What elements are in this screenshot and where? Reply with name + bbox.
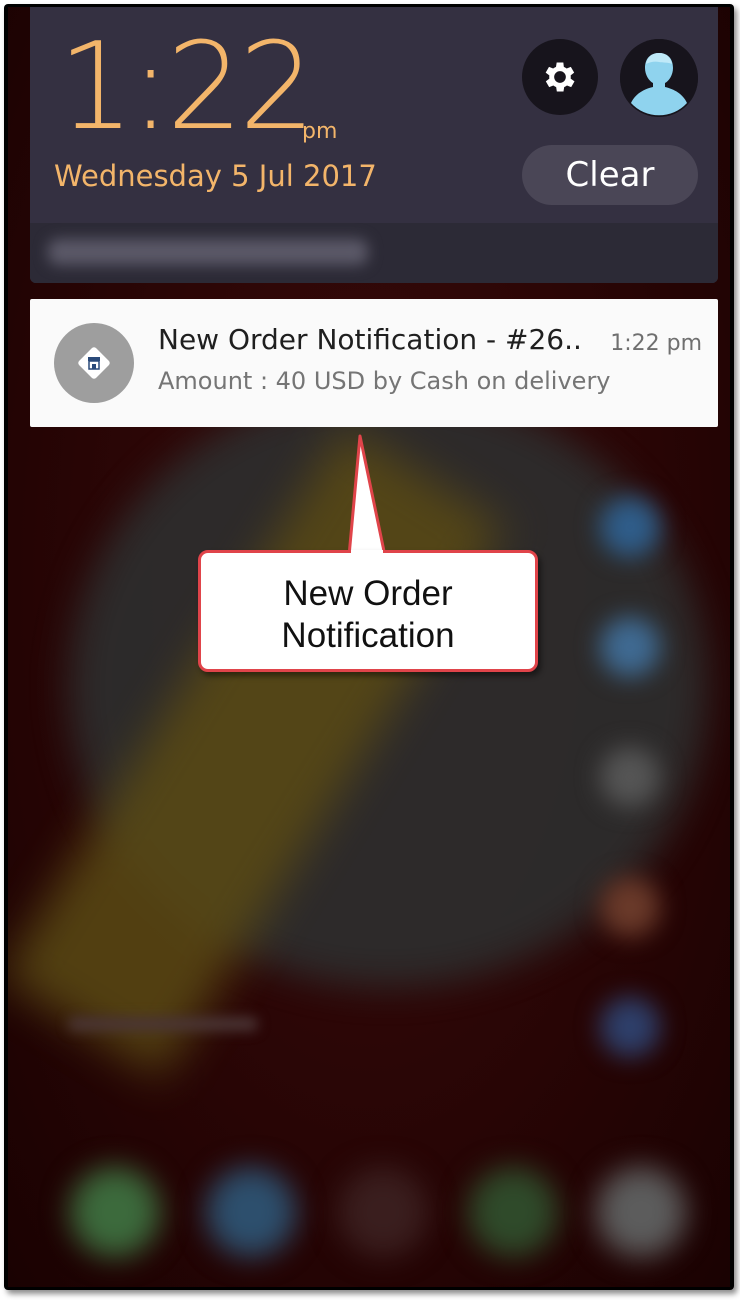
callout-text: New Order Notification	[201, 573, 535, 657]
blurred-app-icon	[600, 497, 660, 557]
clear-button[interactable]: Clear	[522, 145, 698, 205]
store-icon	[78, 347, 110, 379]
callout-pointer-join	[351, 550, 383, 558]
order-notification-card[interactable]: New Order Notification - #26.. 1:22 pm A…	[30, 299, 718, 427]
notification-app-icon	[54, 323, 134, 403]
callout-line-2: Notification	[281, 616, 455, 655]
blurred-dock-icon	[70, 1167, 160, 1257]
blurred-app-icon	[600, 997, 660, 1057]
blurred-status-row	[30, 223, 718, 283]
blurred-app-icon	[600, 747, 660, 807]
notification-title: New Order Notification - #26..	[158, 323, 582, 356]
user-avatar-button[interactable]	[620, 39, 698, 117]
blurred-status-text	[48, 239, 368, 265]
blurred-app-icon	[600, 617, 660, 677]
user-avatar-icon	[620, 39, 698, 117]
blurred-dock-icon	[338, 1167, 428, 1257]
blurred-label	[68, 1017, 258, 1031]
clock-ampm: pm	[302, 119, 338, 144]
notification-time: 1:22 pm	[610, 331, 702, 356]
clock-date: Wednesday 5 Jul 2017	[54, 159, 377, 193]
blurred-app-icon	[600, 877, 660, 937]
callout-line-1: New Order	[283, 574, 453, 613]
notification-body: Amount : 40 USD by Cash on delivery	[158, 367, 611, 395]
notification-shade-header: 1:22 pm Wednesday 5 Jul 2017 Clear	[30, 7, 718, 283]
callout-bubble: New Order Notification	[198, 550, 538, 672]
gear-icon	[545, 62, 575, 92]
clock-time: 1:22	[58, 18, 315, 157]
settings-button[interactable]	[522, 39, 598, 115]
blurred-dock-icon	[596, 1167, 686, 1257]
blurred-dock-icon	[468, 1167, 558, 1257]
blurred-dock-icon	[206, 1167, 296, 1257]
